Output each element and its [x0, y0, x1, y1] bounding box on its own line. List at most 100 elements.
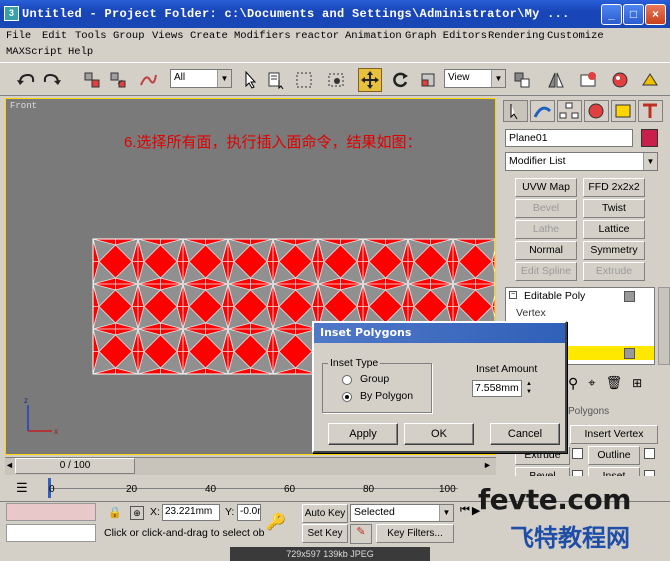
menu-maxscript[interactable]: MAXScript [6, 46, 63, 58]
bevel-modifier-button[interactable]: Bevel [515, 199, 577, 218]
render-scene-icon[interactable] [638, 68, 662, 92]
object-color-swatch[interactable] [641, 129, 658, 147]
hierarchy-tab-icon[interactable] [557, 100, 582, 122]
utilities-tab-icon[interactable] [638, 100, 663, 122]
menu-create[interactable]: Create [190, 30, 228, 42]
set-key-button[interactable]: Set Key [302, 524, 348, 543]
ok-button[interactable]: OK [404, 423, 474, 445]
object-name-field[interactable]: Plane01 [505, 129, 633, 147]
select-object-icon[interactable] [238, 68, 262, 92]
axis-tripod-icon [27, 405, 52, 432]
show-end-result-icon[interactable]: ⌖ [588, 375, 595, 391]
time-slider[interactable]: 0 / 100 [15, 458, 135, 474]
maxscript-listener[interactable] [6, 503, 96, 521]
polygons-rollout-title[interactable]: Polygons [568, 406, 670, 418]
menu-rendering[interactable]: Rendering [488, 30, 545, 42]
reference-coordinate-value: View [448, 72, 470, 83]
x-coordinate-field[interactable]: 23.221mm [162, 504, 220, 521]
key-icon[interactable]: 🔑 [266, 512, 286, 532]
modify-tab-icon[interactable] [530, 100, 555, 122]
selection-filter-dropdown[interactable]: All ▼ [170, 69, 232, 88]
configure-sets-icon[interactable]: ⊞ [632, 376, 642, 390]
key-filters-button[interactable]: Key Filters... [376, 524, 454, 543]
normal-button[interactable]: Normal [515, 241, 577, 260]
key-mode-dropdown[interactable]: Selected ▼ [350, 504, 454, 522]
uvw-map-button[interactable]: UVW Map [515, 178, 577, 197]
menu-modifiers[interactable]: Modifiers [234, 30, 291, 42]
go-to-start-icon[interactable]: ⏮ [460, 504, 470, 544]
align-icon[interactable] [576, 68, 600, 92]
menu-animation[interactable]: Animation [345, 30, 402, 42]
maxscript-input[interactable] [6, 524, 96, 542]
by-polygon-radio[interactable] [342, 392, 352, 402]
lattice-button[interactable]: Lattice [583, 220, 645, 239]
twist-button[interactable]: Twist [583, 199, 645, 218]
extrude-modifier-button[interactable]: Extrude [583, 262, 645, 281]
remove-modifier-icon[interactable]: 🗑 [606, 375, 623, 391]
menu-customize[interactable]: Customize [547, 30, 604, 42]
extrude-settings-icon[interactable] [572, 448, 583, 459]
pin-stack-icon[interactable]: ⚲ [568, 375, 578, 392]
select-by-name-icon[interactable] [264, 68, 288, 92]
edit-spline-button[interactable]: Edit Spline [515, 262, 577, 281]
inset-amount-label: Inset Amount [476, 363, 538, 375]
group-radio-label: Group [360, 373, 390, 385]
time-slider-track[interactable]: 0 / 100 ◄ ► [5, 457, 496, 475]
maximize-button[interactable]: □ [623, 4, 644, 25]
symmetry-button[interactable]: Symmetry [583, 241, 645, 260]
next-frame-icon[interactable]: ► [483, 460, 492, 470]
menu-file[interactable]: File [6, 30, 31, 42]
rectangular-selection-icon[interactable] [292, 68, 316, 92]
redo-icon[interactable] [40, 68, 64, 92]
inset-type-label: Inset Type [328, 357, 381, 369]
cancel-button[interactable]: Cancel [490, 423, 560, 445]
stack-toggle-icon[interactable] [624, 291, 635, 302]
stack-editable-poly[interactable]: Editable Poly [524, 290, 585, 302]
menu-help[interactable]: Help [68, 46, 93, 58]
prev-frame-icon[interactable]: ◄ [5, 460, 14, 470]
bind-space-warp-icon[interactable] [136, 68, 160, 92]
stack-vertex[interactable]: Vertex [516, 307, 546, 319]
outline-button[interactable]: Outline [588, 446, 640, 465]
display-tab-icon[interactable] [611, 100, 636, 122]
outline-settings-icon[interactable] [644, 448, 655, 459]
absolute-mode-icon[interactable]: ⊕ [130, 506, 144, 520]
curve-editor-icon[interactable]: ☰ [16, 480, 28, 496]
reference-coordinate-dropdown[interactable]: View ▼ [444, 69, 506, 88]
unlink-selection-icon[interactable] [106, 68, 130, 92]
collapse-icon[interactable]: − [509, 291, 517, 299]
select-and-link-icon[interactable] [80, 68, 104, 92]
insert-vertex-button[interactable]: Insert Vertex [570, 425, 658, 444]
create-tab-icon[interactable] [503, 100, 528, 122]
material-editor-icon[interactable] [608, 68, 632, 92]
minimize-button[interactable]: _ [601, 4, 622, 25]
menu-graph-editors[interactable]: Graph Editors [405, 30, 487, 42]
pivot-point-icon[interactable] [510, 68, 534, 92]
lathe-button[interactable]: Lathe [515, 220, 577, 239]
window-crossing-icon[interactable] [324, 68, 348, 92]
stack-toggle-icon[interactable] [624, 348, 635, 359]
group-radio[interactable] [342, 375, 352, 385]
inset-amount-spinner[interactable]: ▲ ▼ [524, 380, 534, 397]
modifier-list-dropdown[interactable]: Modifier List ▼ [505, 152, 658, 171]
undo-icon[interactable] [14, 68, 38, 92]
key-mode-toggle-icon[interactable]: ✎ [350, 524, 372, 544]
auto-key-button[interactable]: Auto Key [302, 504, 348, 523]
menu-tools[interactable]: Tools [75, 30, 107, 42]
y-coordinate-field[interactable]: -0.0r [237, 504, 261, 521]
lock-icon[interactable]: 🔒 [108, 506, 122, 519]
select-and-rotate-icon[interactable] [388, 68, 412, 92]
mirror-icon[interactable] [544, 68, 568, 92]
select-and-scale-icon[interactable] [416, 68, 440, 92]
stack-scrollbar[interactable] [658, 287, 670, 365]
menu-edit[interactable]: Edit [42, 30, 67, 42]
close-button[interactable]: × [645, 4, 666, 25]
menu-views[interactable]: Views [152, 30, 184, 42]
motion-tab-icon[interactable] [584, 100, 609, 122]
menu-reactor[interactable]: reactor [295, 30, 339, 42]
menu-group[interactable]: Group [113, 30, 145, 42]
ffd-button[interactable]: FFD 2x2x2 [583, 178, 645, 197]
select-and-move-icon[interactable] [358, 68, 382, 92]
inset-amount-input[interactable]: 7.558mm [472, 380, 522, 397]
apply-button[interactable]: Apply [328, 423, 398, 445]
